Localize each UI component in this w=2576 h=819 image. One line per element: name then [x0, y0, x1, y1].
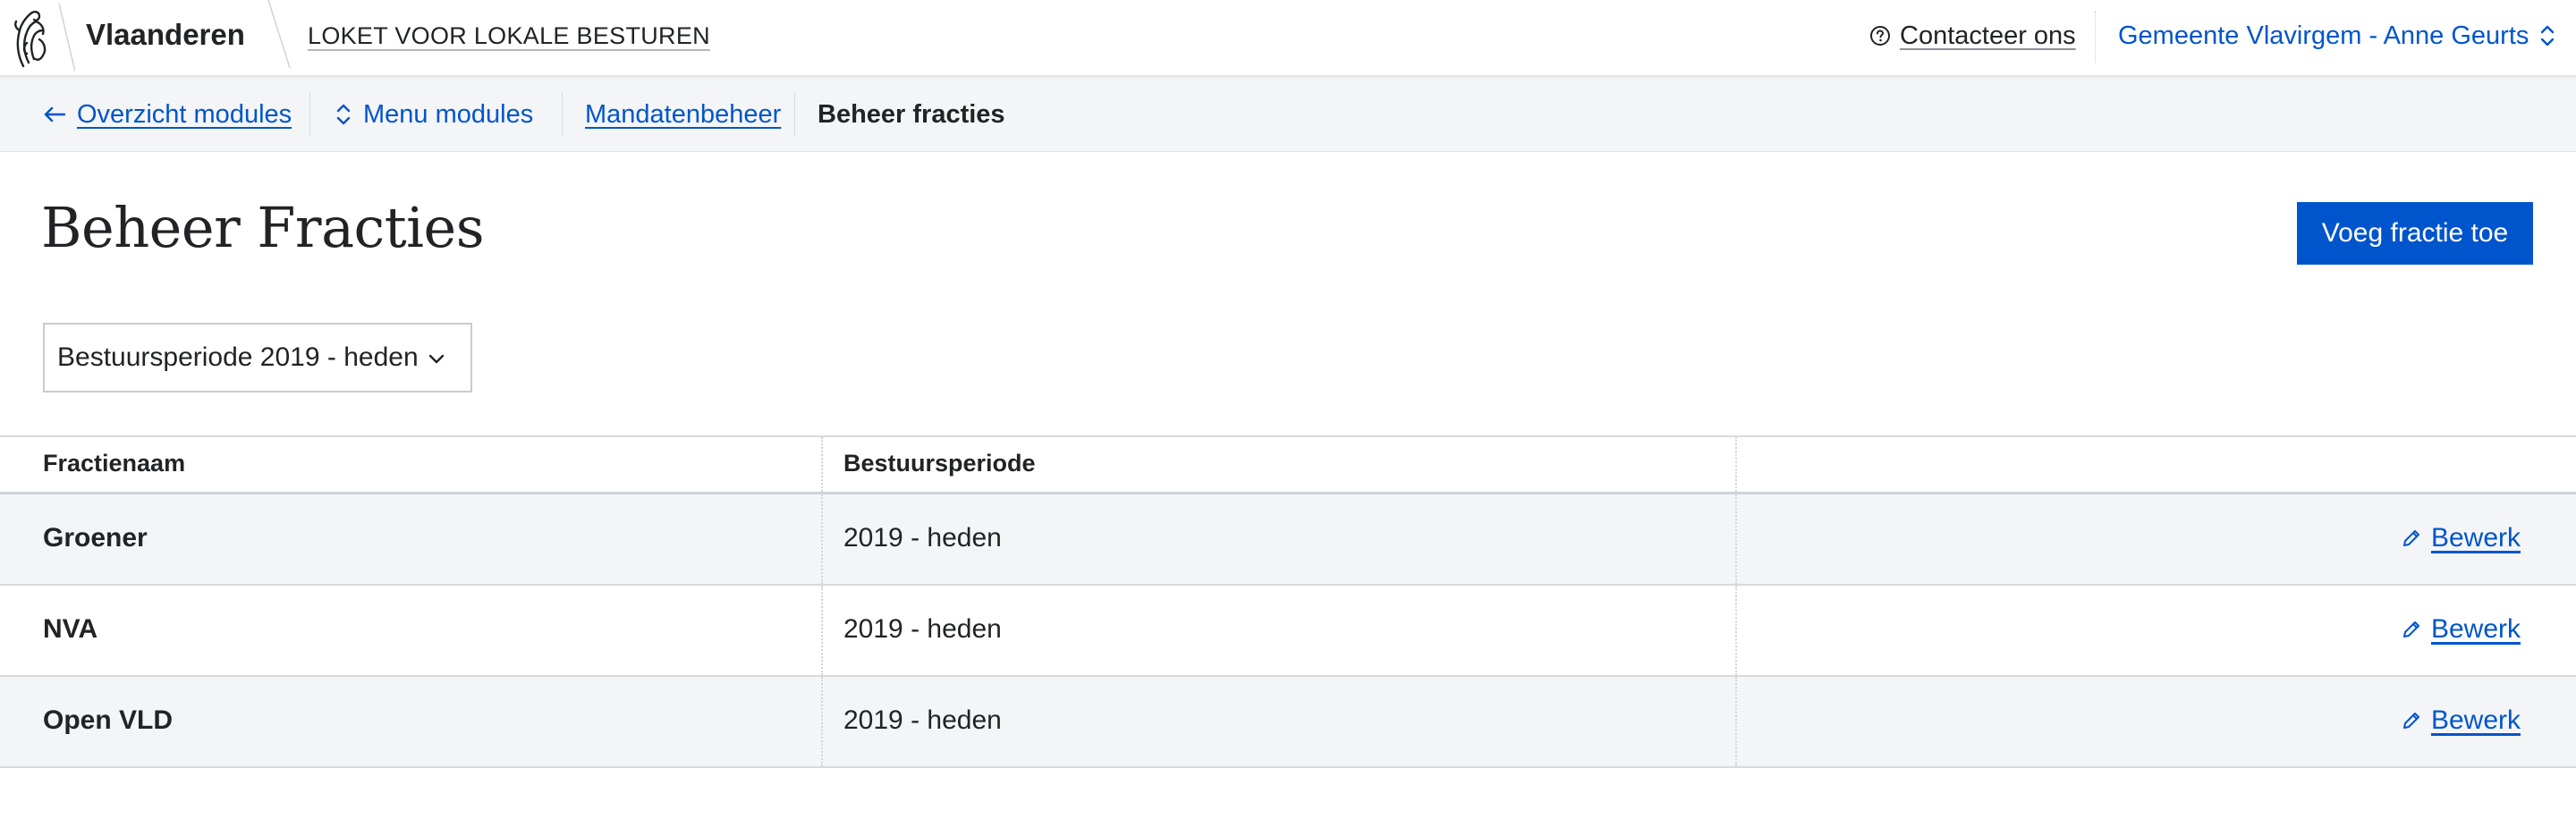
table-row: Open VLD 2019 - heden Bewerk [0, 677, 2576, 768]
back-label: Overzicht modules [77, 99, 292, 129]
menu-modules-button[interactable]: Menu modules [335, 97, 533, 132]
column-divider [821, 494, 823, 584]
fractie-name: Groener [43, 523, 148, 553]
column-header-fractienaam: Fractienaam [43, 450, 186, 477]
period-select-value: Bestuursperiode 2019 - heden [57, 342, 419, 372]
add-fractie-button[interactable]: Voeg fractie toe [2297, 202, 2533, 265]
edit-fractie-link[interactable]: Bewerk [2401, 703, 2521, 739]
chevron-updown-icon [2541, 25, 2555, 46]
app-title[interactable]: LOKET VOOR LOKALE BESTUREN [308, 22, 710, 50]
column-divider [1735, 494, 1737, 584]
fractie-name: Open VLD [43, 705, 174, 735]
chevron-updown-icon [336, 104, 351, 125]
account-switcher[interactable]: Gemeente Vlavirgem - Anne Geurts [2118, 18, 2555, 54]
column-divider [1735, 586, 1737, 675]
edit-label: Bewerk [2430, 705, 2521, 735]
column-divider [821, 437, 823, 492]
fractie-period: 2019 - heden [843, 523, 1002, 553]
global-header: Vlaanderen LOKET VOOR LOKALE BESTUREN Co… [0, 0, 2576, 75]
edit-fractie-link[interactable]: Bewerk [2401, 520, 2521, 556]
arrow-left-icon [44, 106, 66, 122]
chevron-down-icon [428, 354, 445, 364]
page-title: Beheer Fracties [41, 195, 485, 260]
edit-label: Bewerk [2430, 523, 2521, 553]
fractie-period: 2019 - heden [843, 705, 1002, 735]
header-slash-divider [267, 0, 291, 68]
breadcrumb-current: Beheer fracties [818, 97, 1005, 132]
pencil-icon [2402, 530, 2419, 546]
column-divider [821, 677, 823, 766]
question-circle-icon [1870, 26, 1890, 46]
fracties-table: Fractienaam Bestuursperiode Groener 2019… [0, 435, 2576, 768]
brand-name[interactable]: Vlaanderen [86, 18, 245, 52]
column-header-bestuursperiode: Bestuursperiode [843, 450, 1036, 477]
module-toolbar: Overzicht modules Menu modules Mandatenb… [0, 75, 2576, 152]
breadcrumb-parent-label: Mandatenbeheer [585, 99, 782, 129]
contact-label: Contacteer ons [1900, 21, 2076, 50]
pencil-icon [2402, 621, 2419, 637]
table-header: Fractienaam Bestuursperiode [0, 437, 2576, 494]
period-select[interactable]: Bestuursperiode 2019 - heden [43, 323, 472, 393]
edit-fractie-link[interactable]: Bewerk [2401, 612, 2521, 647]
breadcrumb-separator [794, 91, 795, 136]
pencil-icon [2402, 713, 2419, 729]
fractie-period: 2019 - heden [843, 614, 1002, 644]
fractie-name: NVA [43, 614, 98, 644]
flemish-lion-logo[interactable] [9, 4, 75, 72]
toolbar-separator [562, 91, 563, 136]
column-divider [821, 586, 823, 675]
toolbar-separator [309, 91, 310, 136]
breadcrumb-mandatenbeheer[interactable]: Mandatenbeheer [585, 97, 781, 132]
menu-label: Menu modules [363, 99, 534, 129]
back-to-modules-link[interactable]: Overzicht modules [43, 97, 292, 132]
header-divider [2095, 11, 2096, 63]
contact-link[interactable]: Contacteer ons [1869, 18, 2076, 54]
breadcrumb-current-label: Beheer fracties [818, 99, 1005, 129]
account-label: Gemeente Vlavirgem - Anne Geurts [2118, 21, 2529, 50]
table-row: Groener 2019 - heden Bewerk [0, 494, 2576, 586]
column-divider [1735, 677, 1737, 766]
table-row: NVA 2019 - heden Bewerk [0, 586, 2576, 677]
column-divider [1735, 437, 1737, 492]
edit-label: Bewerk [2430, 614, 2521, 644]
